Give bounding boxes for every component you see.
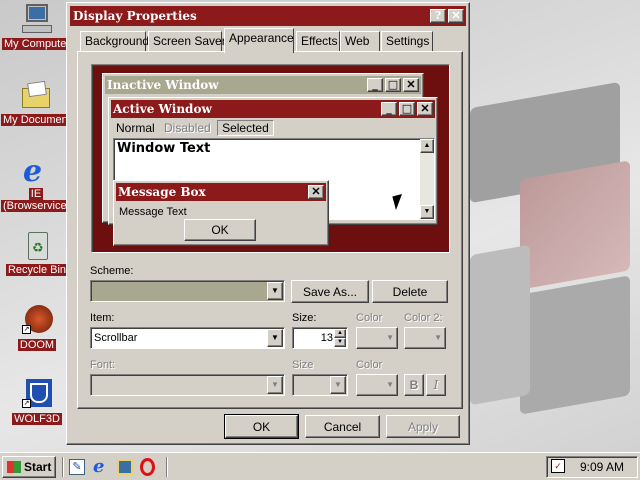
preview-message-box: Message Box ✕ Message Text OK bbox=[113, 180, 329, 246]
preview-message-text: Message Text bbox=[119, 206, 187, 218]
apply-button[interactable]: Apply bbox=[386, 415, 460, 438]
desktop-icon-my-computer[interactable]: My Computer bbox=[2, 2, 73, 50]
tab-appearance[interactable]: Appearance bbox=[224, 28, 294, 53]
computer-icon bbox=[20, 2, 54, 36]
font-color-button[interactable]: ▼ bbox=[356, 374, 398, 396]
edit-icon[interactable]: ✎ bbox=[69, 459, 85, 475]
item-label: Item: bbox=[90, 312, 115, 324]
color2-label: Color 2: bbox=[404, 312, 443, 324]
wallpaper-pane-2 bbox=[520, 160, 630, 290]
chevron-down-icon: ▼ bbox=[267, 282, 283, 300]
chevron-down-icon: ▼ bbox=[386, 333, 394, 342]
taskbar-separator bbox=[166, 457, 168, 477]
desktop-icon-label: Recycle Bin bbox=[5, 264, 69, 276]
network-icon[interactable] bbox=[117, 459, 133, 475]
preview-minimize-icon: _ bbox=[381, 102, 397, 116]
chevron-down-icon: ▼ bbox=[330, 376, 346, 394]
close-button[interactable]: ✕ bbox=[448, 9, 464, 23]
font-dropdown[interactable]: ▼ bbox=[90, 374, 285, 396]
help-button[interactable]: ? bbox=[430, 9, 446, 23]
close-icon: ✕ bbox=[451, 9, 461, 22]
wallpaper-pane-4 bbox=[470, 244, 530, 406]
font-color-label: Color bbox=[356, 359, 383, 371]
tray-volume-icon[interactable]: ✓ bbox=[551, 459, 565, 473]
tab-effects[interactable]: Effects bbox=[296, 31, 340, 52]
desktop-icon-label: My Computer bbox=[2, 38, 73, 50]
tab-settings[interactable]: Settings bbox=[381, 31, 433, 52]
start-button[interactable]: Start bbox=[2, 456, 56, 478]
font-size-dropdown[interactable]: ▼ bbox=[292, 374, 348, 396]
size-label: Size: bbox=[292, 312, 317, 324]
spinner-arrows-icon[interactable]: ▲ ▼ bbox=[334, 329, 346, 347]
preview-active-titlebar: Active Window _ □ ✕ bbox=[111, 100, 435, 118]
preview-menu-disabled: Disabled bbox=[164, 121, 211, 135]
tab-background[interactable]: Background bbox=[80, 31, 149, 52]
size-spinner[interactable]: 13 ▲ ▼ bbox=[292, 327, 348, 349]
italic-button[interactable]: I bbox=[426, 374, 446, 396]
chevron-down-icon: ▼ bbox=[434, 333, 442, 342]
desktop-icon-my-documents[interactable]: My Documents bbox=[1, 78, 79, 126]
desktop-icon-label-line2: (Browservice) bbox=[1, 200, 73, 212]
scheme-dropdown[interactable]: ▼ bbox=[90, 280, 285, 302]
tab-screen-saver[interactable]: Screen Saver bbox=[148, 31, 226, 52]
desktop-icon-doom[interactable]: ↗ DOOM bbox=[2, 303, 72, 351]
preview-window-text: Window Text bbox=[117, 141, 211, 156]
font-size-label: Size bbox=[292, 359, 314, 371]
system-tray: ✓ 9:09 AM bbox=[546, 456, 638, 478]
ie-icon[interactable]: e bbox=[93, 456, 104, 477]
preview-close-icon: ✕ bbox=[417, 102, 433, 116]
wolf3d-icon: ↗ bbox=[20, 377, 54, 411]
preview-ok-button: OK bbox=[184, 219, 256, 241]
bold-button[interactable]: B bbox=[404, 374, 424, 396]
preview-minimize-icon: _ bbox=[367, 78, 383, 92]
dialog-title: Display Properties bbox=[73, 9, 197, 23]
desktop-icon-wolf3d[interactable]: ↗ WOLF3D bbox=[2, 377, 72, 425]
clock[interactable]: 9:09 AM bbox=[580, 460, 624, 474]
appearance-tab-panel: Inactive Window _ □ ✕ Active Window _ □ … bbox=[77, 51, 463, 409]
desktop-icon-label: WOLF3D bbox=[12, 413, 62, 425]
preview-message-titlebar: Message Box ✕ bbox=[116, 183, 326, 201]
dialog-titlebar[interactable]: Display Properties ? ✕ bbox=[70, 6, 466, 26]
chevron-down-icon: ▼ bbox=[267, 329, 283, 347]
preview-inactive-titlebar: Inactive Window _ □ ✕ bbox=[105, 76, 421, 94]
desktop-icon-ie[interactable]: e IE (Browservice) bbox=[1, 152, 73, 212]
item-dropdown[interactable]: Scrollbar ▼ bbox=[90, 327, 285, 349]
preview-maximize-icon: □ bbox=[385, 78, 401, 92]
doom-icon: ↗ bbox=[20, 303, 54, 337]
font-label: Font: bbox=[90, 359, 116, 371]
chevron-down-icon: ▼ bbox=[386, 380, 394, 389]
chevron-down-icon: ▼ bbox=[267, 376, 283, 394]
color-label: Color bbox=[356, 312, 383, 324]
color-picker-button[interactable]: ▼ bbox=[356, 327, 398, 349]
preview-menu-bar: Normal Disabled Selected bbox=[113, 120, 274, 136]
preview-close-icon: ✕ bbox=[308, 185, 324, 199]
scheme-label: Scheme: bbox=[90, 265, 134, 277]
desktop-icon-label: DOOM bbox=[17, 339, 57, 351]
ok-button[interactable]: OK bbox=[224, 414, 299, 439]
appearance-preview: Inactive Window _ □ ✕ Active Window _ □ … bbox=[91, 64, 450, 253]
folder-icon bbox=[19, 78, 53, 112]
color2-picker-button[interactable]: ▼ bbox=[404, 327, 446, 349]
taskbar: Start ✎ e ✓ 9:09 AM bbox=[0, 452, 640, 480]
recycle-bin-icon: ♻ bbox=[20, 228, 54, 262]
delete-button[interactable]: Delete bbox=[372, 280, 448, 303]
scroll-down-icon: ▼ bbox=[420, 205, 434, 219]
preview-scrollbar: ▲ ▼ bbox=[420, 139, 434, 219]
preview-close-icon: ✕ bbox=[403, 78, 419, 92]
opera-icon[interactable] bbox=[140, 458, 155, 476]
save-as-button[interactable]: Save As... bbox=[291, 280, 369, 303]
desktop-icon-recycle-bin[interactable]: ♻ Recycle Bin bbox=[2, 228, 72, 276]
scroll-up-icon: ▲ bbox=[420, 139, 434, 153]
taskbar-separator bbox=[62, 457, 64, 477]
windows-logo-icon bbox=[7, 461, 21, 473]
tab-web[interactable]: Web bbox=[340, 31, 380, 52]
desktop-icon-label: IE bbox=[28, 188, 44, 200]
cancel-button[interactable]: Cancel bbox=[305, 415, 380, 438]
preview-menu-selected: Selected bbox=[217, 120, 274, 136]
wallpaper-pane-3 bbox=[520, 275, 630, 415]
ie-icon: e bbox=[23, 154, 43, 189]
preview-maximize-icon: □ bbox=[399, 102, 415, 116]
preview-menu-normal: Normal bbox=[116, 121, 155, 135]
